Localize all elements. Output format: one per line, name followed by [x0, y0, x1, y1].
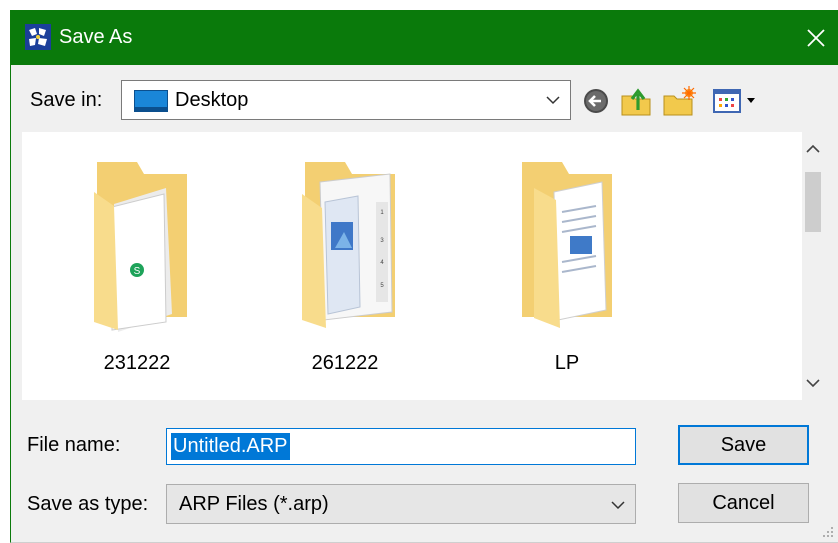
cancel-button[interactable]: Cancel	[678, 483, 809, 523]
up-folder-icon[interactable]	[619, 84, 653, 118]
close-button[interactable]	[793, 10, 838, 65]
save-as-type-dropdown[interactable]: ARP Files (*.arp)	[166, 484, 636, 524]
window-title: Save As	[59, 26, 133, 48]
view-menu-icon[interactable]	[711, 84, 763, 118]
list-item-label: 261222	[311, 352, 379, 374]
list-item-folder-231222[interactable]: S 231222	[62, 152, 212, 387]
save-as-type-label: Save as type:	[27, 493, 149, 515]
save-button[interactable]: Save	[678, 425, 809, 465]
save-in-value: Desktop	[175, 89, 249, 111]
chevron-down-icon	[611, 501, 625, 510]
file-name-value: Untitled.ARP	[171, 433, 290, 460]
back-arrow-icon[interactable]	[581, 84, 611, 118]
vertical-scrollbar[interactable]	[802, 132, 824, 400]
app-icon	[25, 24, 51, 50]
chevron-down-icon[interactable]	[804, 374, 822, 392]
file-name-label: File name:	[27, 434, 121, 456]
list-item-label: LP	[554, 352, 580, 374]
folder-icon	[522, 162, 612, 328]
folder-icon: 1 3 4 5	[302, 162, 395, 328]
save-in-label: Save in:	[30, 89, 103, 111]
title-bar[interactable]: Save As	[11, 10, 838, 65]
chevron-up-icon[interactable]	[804, 140, 822, 158]
chevron-down-icon	[546, 96, 560, 105]
close-icon	[807, 28, 825, 47]
list-item-folder-261222[interactable]: 1 3 4 5 261222	[270, 152, 420, 387]
save-as-dialog: Save As Save in: Desktop S 231222 1 3 4 …	[10, 10, 838, 543]
file-name-input[interactable]: Untitled.ARP	[166, 428, 636, 465]
list-item-label: 231222	[103, 352, 171, 374]
desktop-icon	[134, 90, 168, 112]
save-as-type-value: ARP Files (*.arp)	[179, 493, 329, 515]
save-in-dropdown[interactable]: Desktop	[121, 80, 571, 120]
resize-grip-icon[interactable]	[822, 526, 834, 538]
scrollbar-thumb[interactable]	[805, 172, 821, 232]
new-folder-icon[interactable]	[661, 84, 697, 118]
folder-icon: S	[94, 162, 187, 332]
svg-text:S: S	[134, 266, 141, 277]
list-item-folder-lp[interactable]: LP	[492, 152, 642, 387]
file-list[interactable]: S 231222 1 3 4 5 261222 LP	[22, 132, 824, 400]
